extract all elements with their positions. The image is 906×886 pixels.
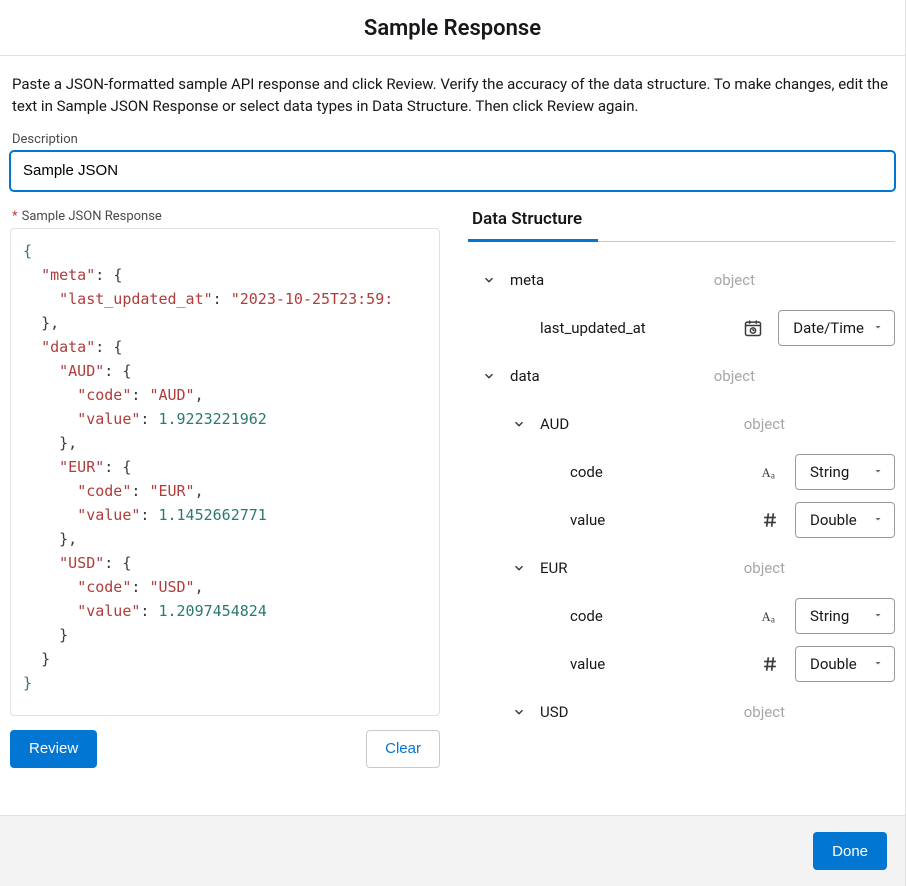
tree-node-last-updated-at: last_updated_at Date/Time	[468, 304, 895, 352]
type-select-value: String	[810, 607, 849, 625]
caret-down-icon	[872, 319, 884, 337]
tree-node-aud: AUD object	[468, 400, 895, 448]
json-response-label: *Sample JSON Response	[12, 209, 438, 224]
svg-text:A: A	[762, 466, 771, 480]
tree-node-label: data	[510, 367, 540, 385]
tree-node-label: AUD	[540, 415, 569, 433]
type-select-value: Double	[810, 511, 857, 529]
tree-node-usd: USD object	[468, 688, 895, 736]
data-structure-title: Data Structure	[468, 209, 895, 241]
tree-node-label: USD	[540, 703, 568, 721]
tree-node-label: value	[570, 511, 605, 529]
type-select-value: Date/Time	[793, 319, 864, 337]
tree-node-meta: meta object	[468, 256, 895, 304]
instructions-text: Paste a JSON-formatted sample API respon…	[12, 74, 893, 118]
caret-down-icon	[872, 463, 884, 481]
type-object-label: object	[744, 415, 785, 433]
type-select-double[interactable]: Double	[795, 502, 895, 538]
type-object-label: object	[744, 703, 785, 721]
json-editor[interactable]: { "meta": { "last_updated_at": "2023-10-…	[10, 228, 440, 716]
type-object-label: object	[714, 367, 755, 385]
type-select-double[interactable]: Double	[795, 646, 895, 682]
tree-node-label: last_updated_at	[540, 319, 646, 337]
number-type-icon	[757, 651, 783, 677]
type-select-value: Double	[810, 655, 857, 673]
type-select-value: String	[810, 463, 849, 481]
datetime-icon	[740, 315, 766, 341]
description-input[interactable]	[10, 151, 895, 191]
chevron-down-icon[interactable]	[510, 415, 528, 433]
tree-node-label: code	[570, 607, 603, 625]
tree-node-eur-value: value Double	[468, 640, 895, 688]
chevron-down-icon[interactable]	[480, 367, 498, 385]
type-object-label: object	[714, 271, 755, 289]
caret-down-icon	[872, 511, 884, 529]
tree-node-data: data object	[468, 352, 895, 400]
svg-text:a: a	[771, 470, 775, 480]
chevron-down-icon[interactable]	[510, 703, 528, 721]
dialog-title: Sample Response	[0, 0, 905, 56]
svg-text:A: A	[762, 610, 771, 624]
required-marker: *	[12, 209, 18, 224]
tree-node-aud-code: code Aa String	[468, 448, 895, 496]
dialog-footer: Done	[0, 815, 905, 886]
tree-node-eur-code: code Aa String	[468, 592, 895, 640]
text-type-icon: Aa	[757, 459, 783, 485]
data-structure-tab-indicator	[468, 241, 895, 242]
tree-node-label: EUR	[540, 559, 568, 577]
text-type-icon: Aa	[757, 603, 783, 629]
type-select-string[interactable]: String	[795, 598, 895, 634]
tree-node-label: meta	[510, 271, 544, 289]
type-select-datetime[interactable]: Date/Time	[778, 310, 895, 346]
type-object-label: object	[744, 559, 785, 577]
chevron-down-icon[interactable]	[510, 559, 528, 577]
clear-button[interactable]: Clear	[366, 730, 440, 768]
done-button[interactable]: Done	[813, 832, 887, 870]
data-structure-tree: meta object last_updated_at	[468, 256, 895, 736]
caret-down-icon	[872, 655, 884, 673]
svg-text:a: a	[771, 614, 775, 624]
number-type-icon	[757, 507, 783, 533]
tree-node-aud-value: value Double	[468, 496, 895, 544]
dialog-body: Paste a JSON-formatted sample API respon…	[0, 56, 905, 815]
chevron-down-icon[interactable]	[480, 271, 498, 289]
caret-down-icon	[872, 607, 884, 625]
tree-node-label: code	[570, 463, 603, 481]
description-label: Description	[12, 132, 893, 147]
tree-node-eur: EUR object	[468, 544, 895, 592]
review-button[interactable]: Review	[10, 730, 97, 768]
type-select-string[interactable]: String	[795, 454, 895, 490]
tree-node-label: value	[570, 655, 605, 673]
